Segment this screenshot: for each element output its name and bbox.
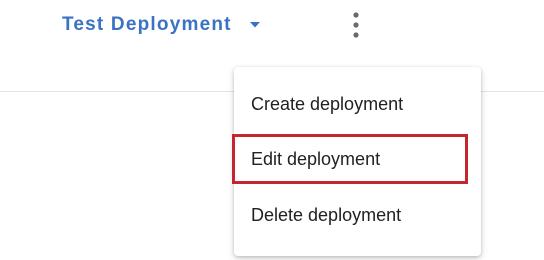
caret-down-icon xyxy=(247,17,263,33)
deployment-selector[interactable]: Test Deployment xyxy=(62,8,263,42)
edit-deployment-menu-item[interactable]: Edit deployment xyxy=(234,135,481,183)
create-deployment-menu-item[interactable]: Create deployment xyxy=(234,80,481,128)
toolbar: Test Deployment xyxy=(0,0,544,56)
more-vertical-icon[interactable] xyxy=(343,8,369,42)
deployment-menu: Create deployment Edit deployment Delete… xyxy=(234,67,481,256)
deployment-name: Test Deployment xyxy=(62,14,232,35)
menu-item-label: Edit deployment xyxy=(251,148,381,169)
delete-deployment-menu-item[interactable]: Delete deployment xyxy=(234,191,481,239)
menu-item-label: Create deployment xyxy=(251,93,404,114)
menu-item-label: Delete deployment xyxy=(251,204,402,225)
